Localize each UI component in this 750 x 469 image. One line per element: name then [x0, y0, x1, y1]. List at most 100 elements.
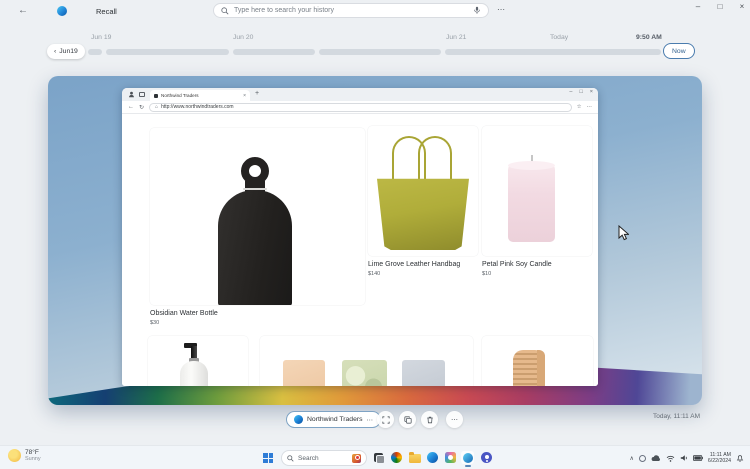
product-card-brush — [482, 336, 593, 386]
product-title: Obsidian Water Bottle — [150, 310, 218, 317]
browser-maximize-icon: □ — [579, 89, 583, 95]
battery-icon[interactable] — [692, 455, 703, 461]
minimize-button[interactable]: – — [692, 2, 704, 11]
browser-tab: Northwind Traders × — [150, 90, 250, 101]
product-card-candle — [482, 126, 592, 256]
product-title: Petal Pink Soy Candle — [482, 261, 552, 268]
timeline-segment[interactable] — [319, 49, 441, 55]
tab-close-icon: × — [243, 92, 246, 99]
snapshot-source-label: Northwind Traders — [307, 416, 363, 423]
timeline-label-today: Today — [550, 34, 569, 41]
sun-icon — [8, 449, 21, 462]
browser-close-icon: × — [589, 89, 593, 95]
timeline-segment[interactable] — [233, 49, 315, 55]
back-button[interactable]: ← — [18, 5, 28, 16]
taskbar-search-label: Search — [298, 454, 319, 462]
browser-refresh-icon: ↻ — [139, 104, 145, 111]
volume-icon[interactable] — [680, 454, 688, 462]
timeline-back-pill-label: Jun19 — [59, 48, 78, 55]
favorites-star-icon: ☆ — [576, 104, 582, 110]
clock-date: 6/22/2024 — [707, 458, 731, 464]
product-price: $10 — [482, 271, 492, 277]
browser-minimize-icon: – — [569, 89, 573, 95]
browser-more-icon: ⋯ — [586, 104, 593, 110]
snapshot-source-button[interactable]: Northwind Traders ⋯ — [286, 411, 382, 428]
source-more-icon: ⋯ — [366, 416, 374, 424]
product-card-water-bottle — [150, 128, 365, 305]
timeline-label-jun20: Jun 20 — [233, 34, 254, 41]
taskbar-icon-teams[interactable] — [480, 451, 493, 464]
recall-app-icon — [57, 6, 67, 16]
snapshot-card[interactable]: Northwind Traders × + – □ × ← ↻ ⌂ http:/… — [48, 76, 702, 405]
timeline-back-pill[interactable]: ‹ Jun19 — [47, 44, 85, 59]
mic-icon[interactable] — [473, 6, 481, 15]
timeline-label-jun21: Jun 21 — [446, 34, 467, 41]
product-price: $140 — [368, 271, 381, 277]
profile-icon — [129, 91, 134, 98]
product-title: Lime Grove Leather Handbag — [368, 261, 461, 268]
edge-icon — [294, 415, 303, 424]
timeline-segment[interactable] — [106, 49, 229, 55]
candle-body — [508, 163, 555, 242]
toolbar-more-button[interactable]: ⋯ — [446, 411, 463, 428]
lotion-bottle — [180, 361, 208, 386]
maximize-button[interactable]: □ — [714, 2, 726, 11]
taskbar-search[interactable]: Search — [281, 450, 367, 466]
home-icon: ⌂ — [155, 104, 159, 110]
webpage-content: Obsidian Water Bottle $30 Lime Grove Lea… — [122, 114, 598, 386]
trash-icon — [426, 416, 433, 423]
soap-bar-gray — [402, 360, 445, 386]
close-button[interactable]: × — [736, 2, 748, 11]
timeline-segment[interactable] — [88, 49, 102, 55]
browser-addressbar: ← ↻ ⌂ http://www.northwindtraders.com ☆ … — [122, 101, 598, 114]
browser-window-screenshot: Northwind Traders × + – □ × ← ↻ ⌂ http:/… — [122, 88, 598, 386]
workspaces-icon — [139, 92, 145, 97]
mouse-cursor — [618, 225, 629, 241]
start-button[interactable] — [263, 453, 273, 463]
search-placeholder: Type here to search your history — [234, 7, 334, 14]
soap-bar-peach — [283, 360, 325, 386]
expand-icon — [381, 415, 390, 424]
candle-top — [508, 161, 555, 170]
weather-condition: Sunny — [25, 456, 41, 462]
site-favicon — [154, 93, 158, 98]
timeline-segment[interactable] — [445, 49, 661, 55]
bottle-body — [218, 190, 292, 305]
onedrive-cloud-icon[interactable] — [651, 454, 661, 462]
tab-title: Northwind Traders — [161, 93, 199, 98]
notification-bell-icon[interactable] — [736, 454, 744, 462]
page-url: http://www.northwindtraders.com — [161, 104, 234, 110]
search-icon — [221, 6, 229, 14]
delete-button[interactable] — [421, 411, 438, 428]
header-more-button[interactable]: ⋯ — [497, 5, 505, 14]
copy-button[interactable] — [399, 411, 416, 428]
handbag-body — [377, 178, 469, 250]
browser-tabstrip: Northwind Traders × + – □ × — [122, 88, 598, 101]
browser-window-controls: – □ × — [569, 89, 593, 95]
weather-temp: 78°F — [25, 449, 39, 456]
taskbar-clock[interactable]: 11:11 AM 6/22/2024 — [708, 452, 731, 464]
wifi-icon[interactable] — [666, 455, 675, 462]
taskbar-icon-copilot[interactable] — [390, 451, 403, 464]
wooden-brush-handle — [537, 350, 545, 386]
system-tray: ∧ 11:11 AM 6/22/2024 — [630, 449, 744, 467]
taskbar-icon-edge[interactable] — [426, 451, 439, 464]
soap-bar-green — [342, 360, 387, 386]
expand-button[interactable] — [377, 411, 394, 428]
product-card-lotion — [148, 336, 248, 386]
taskbar-icon-explorer[interactable] — [408, 451, 421, 464]
now-button[interactable]: Now — [663, 43, 695, 59]
product-price: $30 — [150, 320, 160, 326]
handbag-handle — [418, 136, 452, 184]
recall-app-window: ← Recall Type here to search your histor… — [0, 0, 750, 469]
chevron-left-icon: ‹ — [54, 48, 57, 55]
taskbar-icon-recall-active[interactable] — [461, 451, 474, 467]
timeline-label-jun19: Jun 19 — [91, 34, 112, 41]
hidden-icons-button[interactable]: ∧ — [630, 455, 634, 462]
product-card-soaps — [260, 336, 473, 386]
weather-widget[interactable]: 78°F Sunny — [8, 449, 41, 462]
tray-app-icon[interactable] — [638, 454, 646, 462]
search-input[interactable]: Type here to search your history — [213, 3, 489, 18]
taskbar-icon-taskview[interactable] — [372, 451, 385, 464]
taskbar-icon-photos[interactable] — [444, 451, 457, 464]
